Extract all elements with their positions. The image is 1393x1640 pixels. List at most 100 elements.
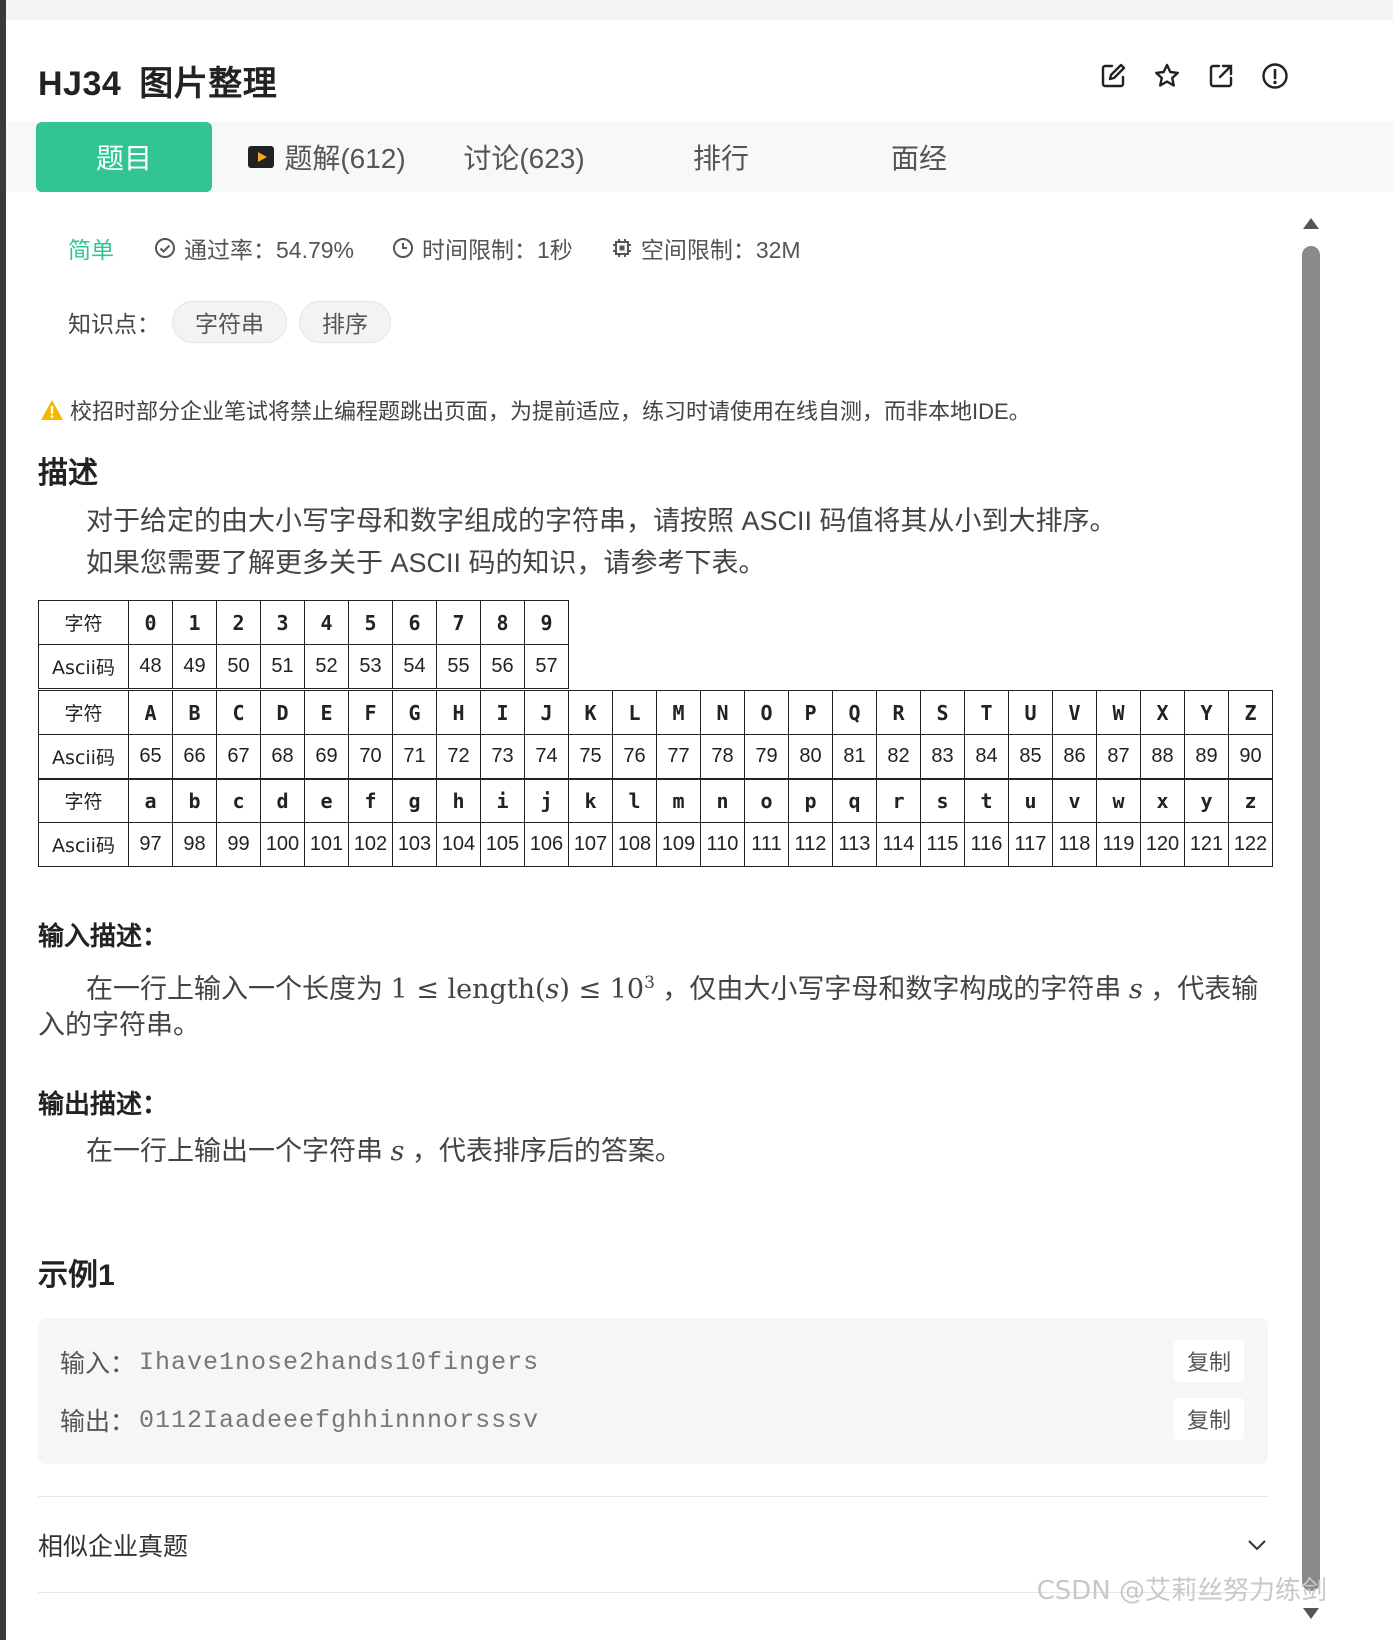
title-actions bbox=[1099, 62, 1289, 90]
divider bbox=[38, 1496, 1268, 1497]
input-var: s bbox=[1128, 974, 1143, 1005]
tab-ranking[interactable]: 排行 bbox=[686, 122, 756, 192]
ascii-code-cell: 104 bbox=[436, 822, 481, 867]
ascii-char-cell: p bbox=[788, 777, 833, 823]
example-input: 输入： Ihave1nose2hands10fingers bbox=[60, 1344, 539, 1380]
similar-questions-toggle[interactable]: 相似企业真题 bbox=[38, 1520, 1268, 1570]
ascii-code-cell: 51 bbox=[260, 644, 305, 689]
ascii-code-cell: 102 bbox=[348, 822, 393, 867]
scroll-down-arrow[interactable] bbox=[1303, 1608, 1319, 1619]
watermark: CSDN @艾莉丝努力练剑 bbox=[1036, 1576, 1327, 1606]
ascii-char-cell: 2 bbox=[216, 600, 261, 645]
ascii-table-letters: 字符 A B C D E F G H I J K L M N O P Q R S T U V W X Y Z Ascii码 65 66 67… bbox=[38, 690, 1273, 867]
ascii-char-cell: 3 bbox=[260, 600, 305, 645]
ascii-char-cell: v bbox=[1052, 777, 1097, 823]
ascii-char-cell: a bbox=[128, 777, 173, 823]
input-desc-text: 在一行上输入一个长度为 bbox=[86, 974, 391, 1004]
ascii-char-cell: L bbox=[612, 690, 657, 735]
ascii-char-cell: m bbox=[656, 777, 701, 823]
ascii-code-cell: 50 bbox=[216, 644, 261, 689]
input-desc-line-2: 入的字符串。 bbox=[38, 1010, 200, 1040]
ascii-code-cell: 88 bbox=[1140, 734, 1185, 779]
problem-page: HJ34 图片整理 题目 题解(612) 讨论(623) 排行 面经 简单 通过率… bbox=[0, 0, 1393, 1640]
ascii-char-cell: j bbox=[524, 777, 569, 823]
tag-sort[interactable]: 排序 bbox=[299, 301, 391, 343]
ascii-char-cell: 8 bbox=[480, 600, 525, 645]
example-input-value: Ihave1nose2hands10fingers bbox=[139, 1347, 540, 1377]
edit-icon[interactable] bbox=[1099, 62, 1127, 90]
copy-input-button[interactable]: 复制 bbox=[1174, 1340, 1244, 1382]
ascii-char-cell: c bbox=[216, 777, 261, 823]
math-var: s bbox=[545, 974, 560, 1005]
tab-solutions-label: 题解(612) bbox=[284, 143, 406, 174]
check-circle-icon bbox=[155, 238, 175, 258]
copy-output-button[interactable]: 复制 bbox=[1174, 1398, 1244, 1440]
ascii-code-cell: 120 bbox=[1140, 822, 1185, 867]
ascii-code-cell: 87 bbox=[1096, 734, 1141, 779]
ascii-char-cell: N bbox=[700, 690, 745, 735]
ascii-code-cell: 121 bbox=[1184, 822, 1229, 867]
exam-warning: 校招时部分企业笔试将禁止编程题跳出页面，为提前适应，练习时请使用在线自测，而非本… bbox=[40, 394, 1031, 426]
tab-discussion[interactable]: 讨论(623) bbox=[458, 122, 590, 192]
ascii-char-cell: W bbox=[1096, 690, 1141, 735]
tag-string[interactable]: 字符串 bbox=[172, 301, 287, 343]
example-output-label: 输出： bbox=[60, 1408, 136, 1436]
ascii-code-cell: 114 bbox=[876, 822, 921, 867]
report-icon[interactable] bbox=[1261, 62, 1289, 90]
ascii-char-cell: e bbox=[304, 777, 349, 823]
ascii-char-cell: H bbox=[436, 690, 481, 735]
ascii-code-cell: 66 bbox=[172, 734, 217, 779]
ascii-code-cell: 86 bbox=[1052, 734, 1097, 779]
ascii-char-cell: D bbox=[260, 690, 305, 735]
ascii-char-cell: k bbox=[568, 777, 613, 823]
ascii-code-cell: 110 bbox=[700, 822, 745, 867]
math-lhs: 1 ≤ length( bbox=[390, 974, 546, 1005]
ascii-table-digits: 字符 0 1 2 3 4 5 6 7 8 9 Ascii码 48 49 50 51 52 53 54 55 56 57 bbox=[38, 600, 569, 689]
ascii-char-cell: f bbox=[348, 777, 393, 823]
ascii-code-cell: 119 bbox=[1096, 822, 1141, 867]
ascii-code-cell: 57 bbox=[524, 644, 569, 689]
scroll-up-arrow[interactable] bbox=[1303, 218, 1319, 229]
ascii-code-cell: 89 bbox=[1184, 734, 1229, 779]
ascii-char-cell: 5 bbox=[348, 600, 393, 645]
ascii-code-cell: 109 bbox=[656, 822, 701, 867]
tab-interview[interactable]: 面经 bbox=[884, 122, 954, 192]
ascii-code-cell: 49 bbox=[172, 644, 217, 689]
video-icon bbox=[248, 146, 275, 168]
share-icon[interactable] bbox=[1207, 62, 1235, 90]
clock-icon bbox=[393, 238, 414, 258]
ascii-char-cell: t bbox=[964, 777, 1009, 823]
pass-rate-text: 通过率：54.79% bbox=[184, 237, 355, 263]
ascii-code-cell: 106 bbox=[524, 822, 569, 867]
char-row-label: 字符 bbox=[38, 600, 129, 645]
ascii-code-cell: 85 bbox=[1008, 734, 1053, 779]
scroll-thumb[interactable] bbox=[1302, 246, 1320, 1591]
ascii-char-cell: 6 bbox=[392, 600, 437, 645]
ascii-code-cell: 65 bbox=[128, 734, 173, 779]
ascii-code-cell: 100 bbox=[260, 822, 305, 867]
math-rhs: ) ≤ 10 bbox=[559, 974, 645, 1005]
title-row: HJ34 图片整理 bbox=[38, 58, 277, 103]
ascii-code-row: Ascii码 97 98 99 100 101 102 103 104 105 106 107 108 1… bbox=[38, 822, 1273, 867]
ascii-char-cell: q bbox=[832, 777, 877, 823]
ascii-code-cell: 74 bbox=[524, 734, 569, 779]
tab-solutions[interactable]: 题解(612) bbox=[242, 122, 412, 192]
tab-ranking-label: 排行 bbox=[692, 143, 749, 174]
example-output: 输出： 0112Iaadeeefghhinnnorsssv bbox=[60, 1402, 539, 1438]
star-icon[interactable] bbox=[1153, 62, 1181, 90]
ascii-code-cell: 48 bbox=[128, 644, 173, 689]
input-desc-heading: 输入描述： bbox=[38, 921, 169, 951]
ascii-char-cell: b bbox=[172, 777, 217, 823]
tab-problem[interactable]: 题目 bbox=[36, 122, 212, 192]
ascii-char-row: 字符 A B C D E F G H I J K L M N O P Q R S T U V W X Y Z bbox=[38, 690, 1273, 735]
ascii-char-cell: K bbox=[568, 690, 613, 735]
scrollbar[interactable] bbox=[1301, 218, 1321, 1619]
description-heading: 描述 bbox=[38, 457, 98, 490]
ascii-code-cell: 69 bbox=[304, 734, 349, 779]
space-limit: 空间限制：32M bbox=[611, 231, 801, 265]
ascii-char-cell: 7 bbox=[436, 600, 481, 645]
ascii-char-cell: 9 bbox=[524, 600, 569, 645]
chip-icon bbox=[612, 239, 631, 257]
ascii-code-cell: 103 bbox=[392, 822, 437, 867]
output-desc-heading: 输出描述： bbox=[38, 1089, 169, 1119]
